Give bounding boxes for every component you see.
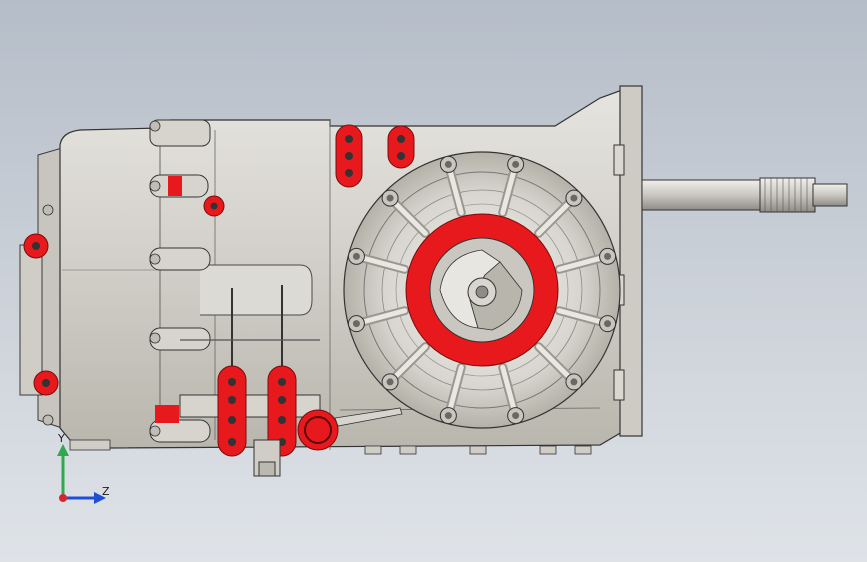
gearbox-model[interactable] <box>0 0 867 562</box>
bellhousing-bolt-center <box>604 320 612 328</box>
bellhousing-bolt-center <box>512 412 520 420</box>
output-shaft[interactable] <box>641 177 848 213</box>
bellhousing-bolt-center <box>444 412 452 420</box>
bellhousing-bolt-center <box>570 378 578 386</box>
cad-viewport[interactable]: Y Z <box>0 0 867 562</box>
bellhousing-bolt-center <box>386 194 394 202</box>
bellhousing-bolt-center <box>444 160 452 168</box>
z-axis-label: Z <box>102 485 110 498</box>
bellhousing-bolt-center <box>512 160 520 168</box>
y-axis-label: Y <box>58 432 65 445</box>
bellhousing-bolt-center <box>386 378 394 386</box>
axis-triad: Y Z <box>50 432 120 506</box>
bellhousing-bolt-center <box>604 252 612 260</box>
bellhousing-bolt-center <box>570 194 578 202</box>
x-axis-dot <box>59 494 67 502</box>
bellhousing-bolt-center <box>352 252 360 260</box>
bearing-retainer[interactable] <box>405 213 559 367</box>
bellhousing-bolt-center <box>352 320 360 328</box>
